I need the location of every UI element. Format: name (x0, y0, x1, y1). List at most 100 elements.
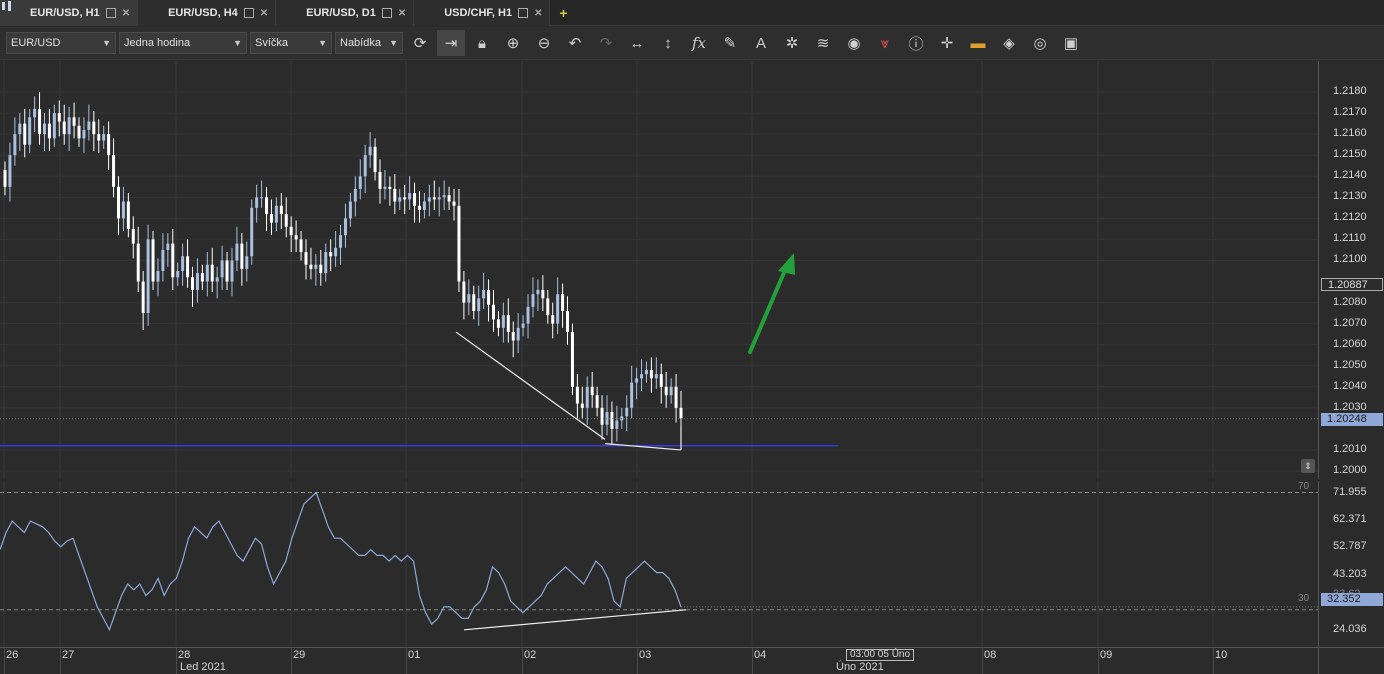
price-chart-pane[interactable] (0, 61, 1318, 479)
price-tick-label: 1.2060 (1333, 337, 1367, 350)
candle-body (289, 226, 293, 236)
tab-label: USD/CHF, H1 (444, 7, 513, 19)
eye-icon[interactable]: ◉ (840, 30, 868, 56)
detach-icon[interactable] (105, 8, 116, 18)
candle-body (87, 121, 91, 130)
close-icon[interactable]: ✕ (122, 8, 130, 19)
candle-body (52, 113, 56, 139)
candle-body (496, 319, 500, 328)
add-chart-icon[interactable]: + (550, 0, 576, 26)
candle-body (57, 113, 61, 122)
candle-body (536, 289, 540, 295)
offer-side-select[interactable]: Nabídka ▼ (335, 32, 403, 54)
pencil-icon[interactable]: ✎ (716, 30, 744, 56)
period-select[interactable]: Jedna hodina ▼ (119, 32, 247, 54)
time-day-label: 09 (1100, 649, 1113, 661)
scale-toggle-icon[interactable]: ⇕ (1301, 459, 1315, 473)
redo-icon[interactable]: ↷ (592, 30, 620, 56)
price-chart-canvas[interactable] (0, 61, 1318, 479)
theme-icon[interactable]: ◎ (1026, 30, 1054, 56)
fill-icon[interactable]: ◈ (995, 30, 1023, 56)
detach-icon[interactable] (381, 8, 392, 18)
candle-body (413, 193, 417, 206)
time-day-label: 26 (6, 649, 19, 661)
save-icon[interactable]: ▣ (1057, 30, 1085, 56)
candle-body (348, 201, 352, 219)
candle-body (28, 117, 32, 145)
candle-body (339, 235, 343, 248)
tab-usdchf-h1[interactable]: USD/CHF, H1 ✕ (2, 0, 551, 26)
crosshair-icon[interactable]: ✲ (778, 30, 806, 56)
tab-label: EUR/USD, D1 (306, 7, 376, 19)
tab-eurusd-h4[interactable]: EUR/USD, H4 ✕ (2, 0, 277, 26)
close-icon[interactable]: ✕ (534, 8, 542, 19)
indicator-fx-icon[interactable]: fx (685, 30, 713, 56)
undo-icon[interactable]: ↶ (561, 30, 589, 56)
rsi-pane[interactable]: 70 30 (0, 481, 1318, 647)
candle-body (186, 256, 190, 278)
alert-icon[interactable]: ⩔ (871, 30, 899, 56)
cursor-time-label: 03:00 05 Úno (846, 649, 915, 661)
zoom-in-icon[interactable]: ⊕ (499, 30, 527, 56)
time-tick (637, 648, 638, 674)
chart-type-select[interactable]: Svíčka ▼ (250, 32, 332, 54)
instrument-select[interactable]: EUR/USD ▼ (6, 32, 116, 54)
candle-body (269, 214, 273, 223)
close-icon[interactable]: ✕ (260, 8, 268, 19)
rsi-trendline (463, 609, 687, 631)
candle-body (255, 197, 259, 208)
tab-eurusd-d1[interactable]: EUR/USD, D1 ✕ (2, 0, 415, 26)
candle-body (131, 228, 135, 244)
candle-body (669, 386, 673, 396)
close-icon[interactable]: ✕ (398, 8, 406, 19)
candle-body (329, 252, 333, 257)
price-tick-label: 1.2030 (1333, 400, 1367, 413)
candle-body (654, 374, 658, 379)
price-tick-label: 1.2100 (1333, 253, 1367, 266)
candle-body (225, 260, 229, 282)
price-tick-label: 1.2050 (1333, 358, 1367, 371)
time-tick (406, 648, 407, 674)
candle-body (417, 205, 421, 210)
refresh-icon[interactable]: ⟳ (406, 30, 434, 56)
text-icon[interactable]: A (747, 30, 775, 56)
candle-body (284, 214, 288, 227)
color-bar-icon[interactable]: ▬ (964, 30, 992, 56)
vertical-scale-icon[interactable]: ↕ (654, 30, 682, 56)
tab-eurusd-h1[interactable]: EUR/USD, H1 ✕ (0, 0, 139, 26)
horizontal-scale-icon[interactable]: ↔ (623, 30, 651, 56)
zoom-out-icon[interactable]: ⊖ (530, 30, 558, 56)
info-icon[interactable]: ⓘ (902, 30, 930, 56)
candle-body (102, 134, 106, 141)
candle-body (116, 186, 120, 219)
time-axis[interactable]: 03:00 05 Úno 26 27 28 29 01 02 03 04 08 09 10 Led 2… (0, 647, 1318, 674)
layers-icon[interactable]: ≋ (809, 30, 837, 56)
candle-body (526, 306, 530, 324)
trading-app: EUR/USD, H1 ✕ EUR/USD, H4 ✕ EUR/USD, D1 … (0, 0, 1384, 674)
rsi-axis[interactable]: 33.62 32.352 71.95562.37152.78743.20324.… (1318, 481, 1384, 647)
price-axis[interactable]: 1.20887 1.20248 ⇕ 1.2180 1.2170 1.2160 1.21… (1301, 61, 1384, 479)
detach-icon[interactable] (243, 8, 254, 18)
candle-body (556, 294, 560, 324)
candle-body (166, 243, 170, 250)
candle-body (353, 188, 357, 202)
candle-body (141, 281, 145, 314)
candlestick-icon (2, 1, 162, 19)
candle-body (121, 201, 125, 219)
candle-body (171, 243, 175, 278)
level-price-tag: 1.20887 (1321, 278, 1383, 292)
cursor-cross-icon[interactable]: ✛ (933, 30, 961, 56)
price-tick-label: 1.2040 (1333, 379, 1367, 392)
candle-body (77, 125, 81, 139)
candle-body (299, 239, 303, 253)
time-day-label: 08 (984, 649, 997, 661)
time-day-label: 10 (1215, 649, 1228, 661)
detach-icon[interactable] (518, 8, 529, 18)
candle-body (250, 207, 254, 257)
shift-icon[interactable]: ⇥ (437, 30, 465, 56)
rsi-chart-canvas[interactable] (0, 481, 1318, 647)
axis-corner (1318, 647, 1384, 674)
lock-icon[interactable]: 🔒︎ (468, 30, 496, 56)
candle-body (487, 289, 491, 305)
candle-body (575, 386, 579, 404)
